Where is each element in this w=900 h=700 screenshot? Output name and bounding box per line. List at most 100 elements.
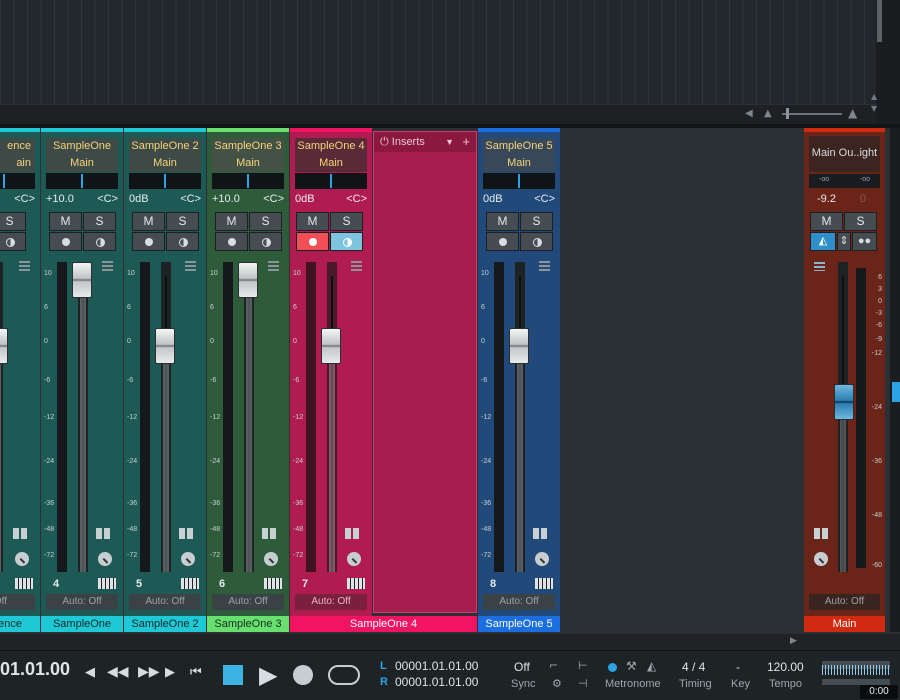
channel-name[interactable]: SampleOne 3 Main (212, 138, 284, 172)
piano-icon[interactable] (535, 578, 553, 589)
sync-value[interactable]: Off (514, 660, 530, 674)
wrench-icon[interactable]: ⚒ (626, 659, 637, 673)
solo-button[interactable]: S (249, 212, 282, 231)
mute-button[interactable]: M (486, 212, 519, 231)
mute-button[interactable]: M (296, 212, 329, 231)
input-gain[interactable]: 0dB (483, 193, 503, 205)
pan-knob-icon[interactable] (535, 552, 549, 566)
channel-output[interactable]: Main (212, 155, 284, 172)
solo-button[interactable]: S (520, 212, 553, 231)
pan-slider[interactable] (212, 173, 284, 189)
loop-right-position[interactable]: 00001.01.01.00 (395, 675, 478, 689)
forward-end-icon[interactable]: ▶ (165, 665, 175, 680)
inserts-panel[interactable]: ⏻ Inserts ▼ + (373, 131, 477, 613)
vertical-scroll-thumb[interactable] (877, 0, 882, 42)
record-transport-button[interactable] (293, 665, 313, 685)
mixer-vertical-scrollbar[interactable] (890, 128, 900, 632)
zoom-slider-handle[interactable] (786, 108, 789, 119)
loop-button[interactable] (328, 665, 360, 685)
pan-knob-icon[interactable] (814, 552, 828, 566)
channel-label[interactable]: SampleOne (41, 616, 123, 632)
automation-mode[interactable]: Auto: Off (212, 594, 284, 610)
volume-fader[interactable] (509, 328, 529, 364)
record-button[interactable] (132, 232, 165, 251)
fast-forward-icon[interactable]: ▶▶ (138, 664, 160, 680)
solo-button[interactable]: S (166, 212, 199, 231)
volume-fader[interactable] (238, 262, 258, 298)
pan-slider[interactable] (483, 173, 555, 189)
solo-button[interactable]: S (0, 212, 26, 231)
timing-value[interactable]: 4 / 4 (682, 660, 705, 674)
volume-fader-track[interactable] (78, 262, 88, 572)
metronome-on-icon[interactable] (608, 663, 617, 672)
input-gain[interactable]: 0dB (295, 193, 315, 205)
tempo-value[interactable]: 120.00 (767, 660, 804, 674)
channel-label[interactable]: SampleOne 3 (207, 616, 289, 632)
main-label[interactable]: Main (804, 616, 885, 632)
channel-name[interactable]: SampleOne 4 Main (295, 138, 367, 172)
main-output-name[interactable]: Main Ou..ight (809, 136, 880, 172)
rewind-start-icon[interactable]: ◀ (85, 665, 95, 680)
dropdown-icon[interactable]: ▼ (445, 132, 454, 152)
monitor-button[interactable] (0, 232, 26, 251)
mono-stereo-icon[interactable] (262, 528, 276, 539)
channel-output[interactable]: Main (129, 155, 201, 172)
settings-gear-icon[interactable]: ⚙ (552, 677, 562, 690)
vertical-zoom-up-icon[interactable]: ▲ (871, 92, 877, 101)
time-display[interactable]: 01.01.00 (0, 659, 70, 680)
volume-fader[interactable] (72, 262, 92, 298)
volume-fader[interactable] (0, 328, 8, 364)
monitor-button[interactable] (520, 232, 553, 251)
channel-name[interactable]: SampleOne 2 Main (129, 138, 201, 172)
piano-icon[interactable] (264, 578, 282, 589)
piano-icon[interactable] (347, 578, 365, 589)
mute-button[interactable]: M (49, 212, 82, 231)
piano-icon[interactable] (15, 578, 33, 589)
automation-mode[interactable]: Auto: Off (46, 594, 118, 610)
piano-icon[interactable] (181, 578, 199, 589)
mute-button[interactable]: M (132, 212, 165, 231)
monitor-button[interactable] (249, 232, 282, 251)
channel-output[interactable]: ain (0, 155, 35, 172)
vertical-zoom-down-icon[interactable]: ▼ (871, 104, 877, 113)
zoom-in-icon[interactable]: ▲ (848, 106, 857, 120)
mono-stereo-icon[interactable] (96, 528, 110, 539)
expand-icon[interactable] (539, 261, 550, 271)
pan-slider[interactable] (295, 173, 367, 189)
record-button[interactable] (49, 232, 82, 251)
metronome-icon[interactable]: ◭ (647, 659, 656, 673)
play-button[interactable]: ▶ (259, 661, 277, 689)
expand-icon[interactable] (351, 261, 362, 271)
channel-label[interactable]: SampleOne 5 (478, 616, 560, 632)
automation-mode[interactable]: Auto: Off (483, 594, 555, 610)
mono-stereo-icon[interactable] (345, 528, 359, 539)
add-insert-icon[interactable]: + (462, 132, 470, 152)
main-volume-fader[interactable] (834, 384, 854, 420)
pan-knob-icon[interactable] (264, 552, 278, 566)
automation-mode[interactable]: Off (0, 594, 35, 610)
precount-icon[interactable]: ⌐ (549, 659, 558, 672)
key-value[interactable]: - (736, 660, 740, 674)
expand-icon[interactable] (185, 261, 196, 271)
pan-value[interactable]: <C> (263, 193, 284, 205)
mixer-scroll-thumb[interactable] (892, 382, 900, 402)
input-gain[interactable]: +10.0 (46, 193, 74, 205)
channel-output[interactable]: Main (295, 155, 367, 172)
scroll-left-icon[interactable]: ◀ (745, 108, 753, 119)
rewind-icon[interactable]: ◀◀ (107, 664, 129, 680)
stop-button[interactable] (223, 665, 243, 685)
piano-icon[interactable] (98, 578, 116, 589)
channel-output[interactable]: Main (46, 155, 118, 172)
scroll-right-icon[interactable]: ▶ (790, 636, 797, 646)
record-button[interactable] (215, 232, 248, 251)
pan-value[interactable]: <C> (346, 193, 367, 205)
mono-stereo-icon[interactable] (533, 528, 547, 539)
preroll-icon[interactable]: ⊢ (578, 659, 588, 672)
pan-value[interactable]: <C> (14, 193, 35, 205)
zoom-out-icon[interactable]: ▲ (764, 108, 772, 119)
volume-fader-track[interactable] (515, 262, 525, 572)
channel-output[interactable]: Main (483, 155, 555, 172)
monitor-button[interactable] (83, 232, 116, 251)
input-gain[interactable]: 0dB (129, 193, 149, 205)
automation-mode[interactable]: Auto: Off (295, 594, 367, 610)
